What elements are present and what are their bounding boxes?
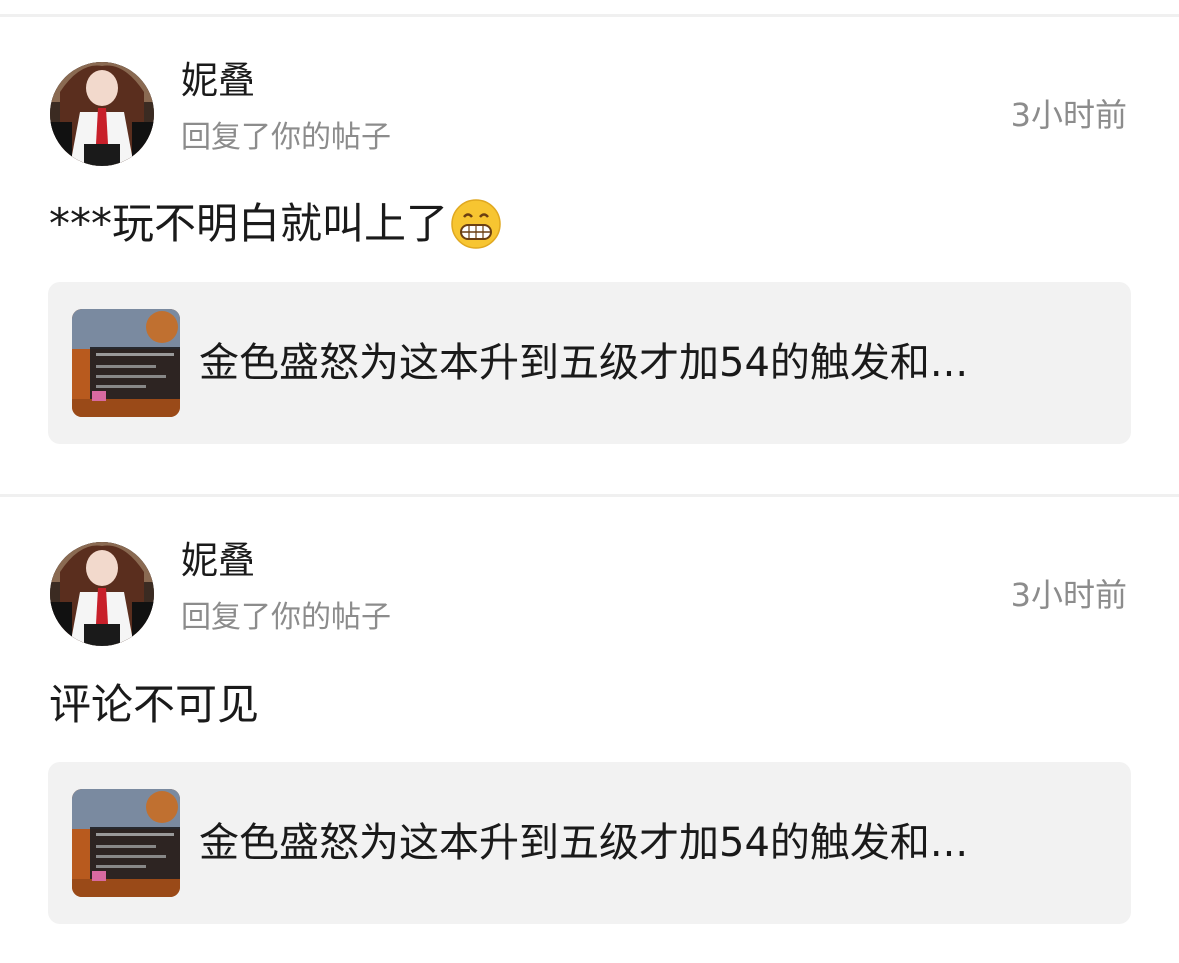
avatar-image bbox=[50, 542, 154, 646]
action-text: 回复了你的帖子 bbox=[181, 120, 391, 155]
post-card[interactable]: 金色盛怒为这本升到五级才加54的触发和... bbox=[48, 762, 1131, 924]
reply-text: ***玩不明白就叫上了 bbox=[49, 199, 449, 248]
notification-item[interactable]: 妮叠 回复了你的帖子 3小时前 评论不可见 金色盛怒为这本升到五级才加54的触发… bbox=[0, 497, 1179, 963]
post-thumbnail bbox=[72, 309, 180, 417]
post-title: 金色盛怒为这本升到五级才加54的触发和... bbox=[199, 820, 969, 866]
reply-content[interactable]: ***玩不明白就叫上了 bbox=[49, 198, 502, 250]
avatar[interactable] bbox=[50, 542, 154, 646]
reply-content[interactable]: 评论不可见 bbox=[49, 679, 259, 731]
timestamp: 3小时前 bbox=[1010, 96, 1127, 134]
avatar[interactable] bbox=[50, 62, 154, 166]
username[interactable]: 妮叠 bbox=[181, 539, 255, 583]
timestamp: 3小时前 bbox=[1010, 576, 1127, 614]
post-card[interactable]: 金色盛怒为这本升到五级才加54的触发和... bbox=[48, 282, 1131, 444]
post-thumbnail bbox=[72, 789, 180, 897]
avatar-image bbox=[50, 62, 154, 166]
action-text: 回复了你的帖子 bbox=[181, 600, 391, 635]
post-title: 金色盛怒为这本升到五级才加54的触发和... bbox=[199, 340, 969, 386]
grinning-face-icon bbox=[450, 198, 502, 250]
notification-item[interactable]: 妮叠 回复了你的帖子 3小时前 ***玩不明白就叫上了 金色盛怒为这本升到五级才… bbox=[0, 0, 1179, 494]
reply-text: 评论不可见 bbox=[49, 680, 260, 729]
username[interactable]: 妮叠 bbox=[181, 59, 255, 103]
